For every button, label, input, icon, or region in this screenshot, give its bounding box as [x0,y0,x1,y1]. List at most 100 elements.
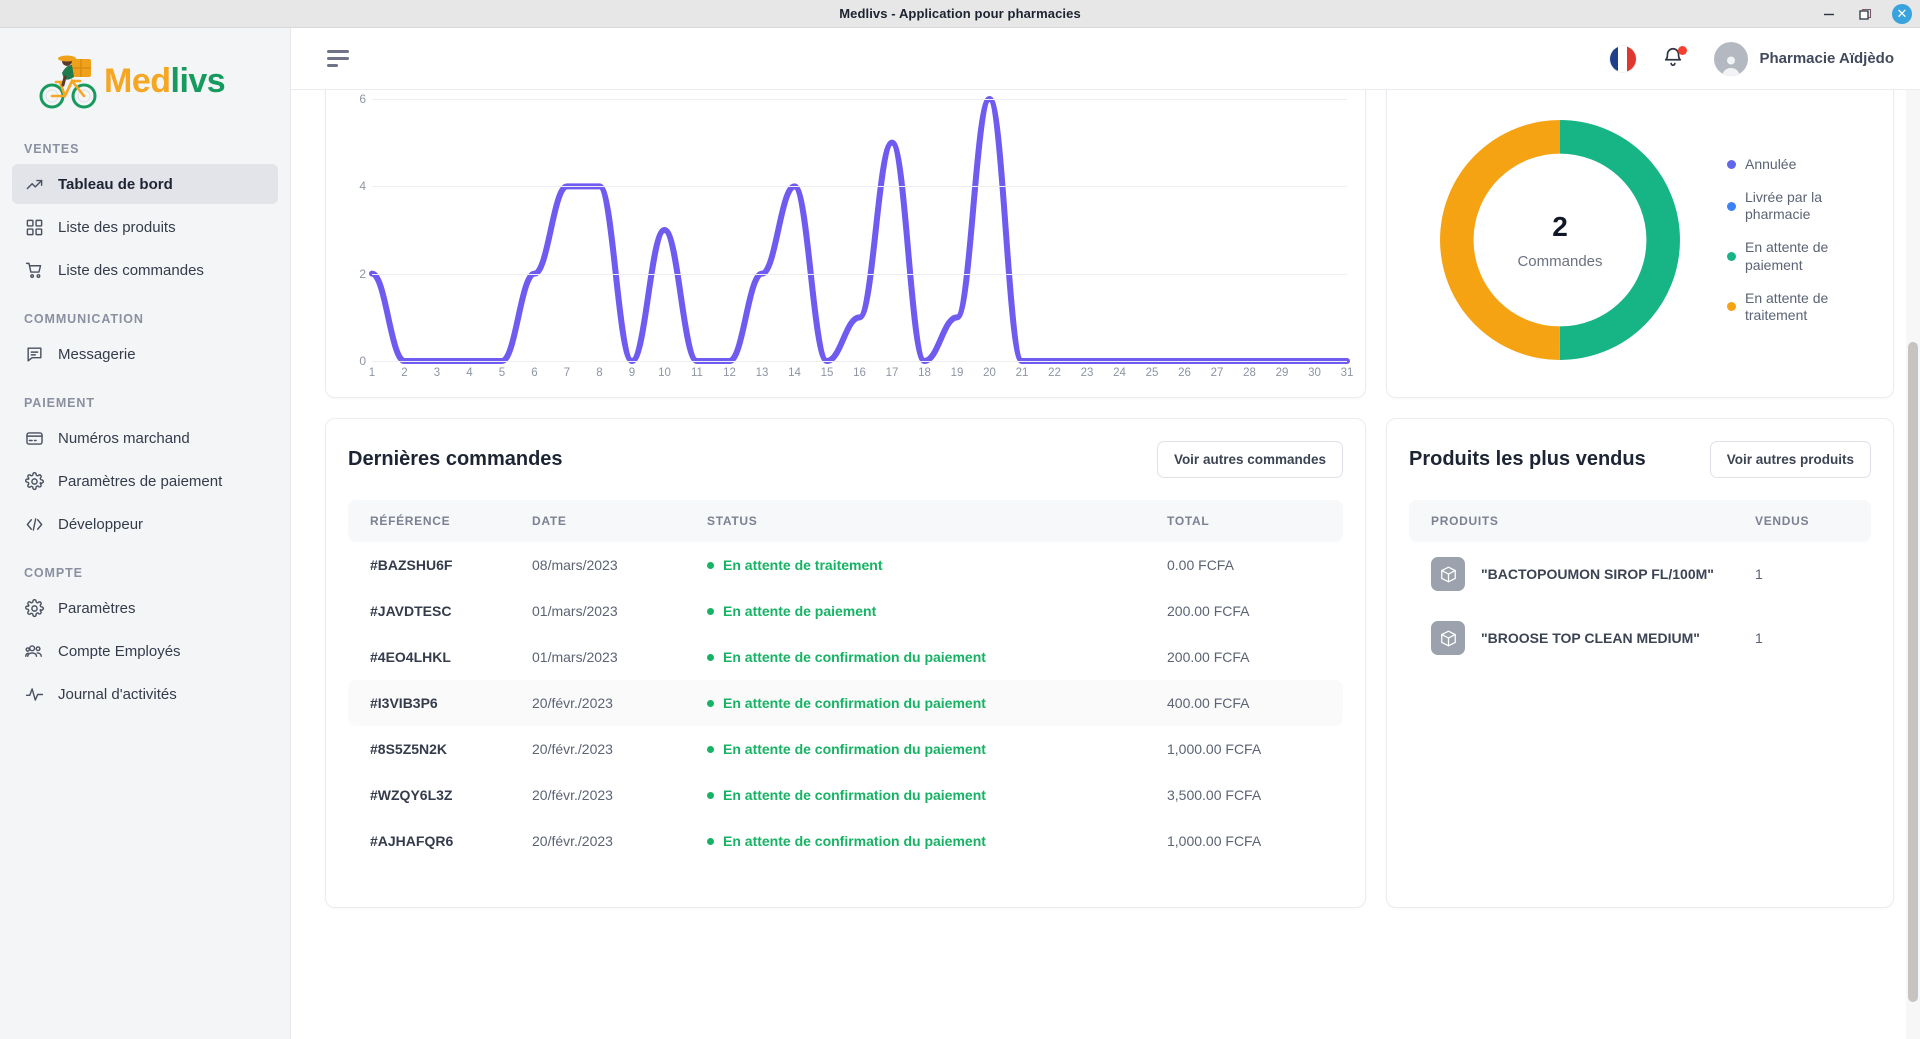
order-date: 20/févr./2023 [532,787,613,803]
chart-x-tick: 31 [1340,367,1354,379]
top-row: 0246 1 2 3 4 5 6 7 8 9 10 11 12 13 14 15 16 17 18 19 20 21 22… [325,90,1894,398]
bell-icon[interactable] [1662,45,1688,72]
order-total: 1,000.00 FCFA [1167,741,1262,757]
package-box-icon [1431,621,1465,655]
hamburger-menu-icon[interactable] [327,49,351,69]
chart-x-tick: 8 [596,367,603,379]
product-name: "BROOSE TOP CLEAN MEDIUM" [1431,621,1727,655]
product-name-cell: "BROOSE TOP CLEAN MEDIUM" [1409,606,1741,670]
chart-x-tick: 7 [563,367,571,379]
status-dot-icon [707,561,714,569]
maximize-icon[interactable] [1856,5,1874,23]
close-icon[interactable]: ✕ [1892,4,1912,24]
main-area: Pharmacie Aïdjèdo 0246 1 2 3 4 5 6 7 8 9 10 11 12 13… [291,28,1920,1039]
table-row[interactable]: #I3VIB3P6 20/févr./2023 En attente de conf… [348,680,1343,726]
table-row[interactable]: #8S5Z5N2K 20/févr./2023 En attente de conf… [348,726,1343,772]
chart-y-tick: 2 [359,266,366,281]
legend-label: En attente de paiement [1745,239,1829,273]
chart-x-tick: 28 [1243,367,1256,379]
orders-table-head: RÉFÉRENCE DATE STATUS TOTAL [348,500,1343,542]
chart-gridline [372,99,1347,100]
bottom-row: Dernières commandes Voir autres commande… [325,418,1894,908]
products-table: PRODUITS VENDUS "BACTOPOUMON SIROP FL/10… [1409,500,1871,670]
donut-inner: 2 Commandes Annulée Livrée par la pharma… [1407,90,1873,369]
minimize-icon[interactable] [1820,5,1838,23]
status-label: En attente de confirmation du paiement [723,833,986,849]
legend-label: En attente de traitement [1745,289,1829,323]
sidebar-item-developpeur[interactable]: Développeur [12,504,278,544]
brand-wordmark: Medlivs [104,62,226,101]
order-reference: #WZQY6L3Z [370,787,453,803]
orders-header-row: RÉFÉRENCE DATE STATUS TOTAL [348,500,1343,542]
status-dot-icon [707,607,714,615]
chart-x-tick: 5 [498,367,506,379]
sidebar-item-journal-activites[interactable]: Journal d'activités [12,674,278,714]
order-total: 200.00 FCFA [1167,603,1250,619]
line-chart: 0246 1 2 3 4 5 6 7 8 9 10 11 12 13 14 15 16 17 18 19 20 21 22… [344,90,1353,379]
order-total: 400.00 FCFA [1167,695,1250,711]
sidebar-item-numeros-marchand[interactable]: Numéros marchand [12,418,278,458]
legend-item-attente-paiement[interactable]: En attente de paiement [1727,239,1857,273]
legend-dot-icon [1727,252,1736,262]
sidebar-item-parametres[interactable]: Paramètres [12,588,278,628]
view-other-orders-button[interactable]: Voir autres commandes [1156,441,1343,478]
view-other-products-button[interactable]: Voir autres produits [1709,441,1871,478]
user-menu[interactable]: Pharmacie Aïdjèdo [1713,41,1894,76]
package-box-icon [1431,557,1465,591]
product-name: "BACTOPOUMON SIROP FL/100M" [1431,557,1727,591]
top-bar: Pharmacie Aïdjèdo [291,28,1920,90]
status-label: En attente de traitement [723,557,883,573]
order-reference: #4EO4LHKL [370,649,451,665]
top-bar-right: Pharmacie Aïdjèdo [1609,41,1894,76]
chart-x-tick: 2 [401,367,408,379]
order-total: 200.00 FCFA [1167,649,1250,665]
sidebar-item-liste-des-produits[interactable]: Liste des produits [12,207,278,247]
sidebar-item-messagerie[interactable]: Messagerie [12,334,278,374]
chart-x-tick: 17 [885,367,899,379]
sidebar-item-tableau-de-bord[interactable]: Tableau de bord [12,164,278,204]
chart-x-tick: 22 [1048,367,1061,379]
status-badge: En attente de confirmation du paiement [707,649,1139,665]
order-reference: #8S5Z5N2K [370,741,448,757]
table-row[interactable]: #BAZSHU6F 08/mars/2023 En attente de trait… [348,542,1343,588]
sidebar-item-compte-employes[interactable]: Compte Employés [12,631,278,671]
status-label: En attente de paiement [723,603,877,619]
top-products-card: Produits les plus vendus Voir autres pro… [1386,418,1894,908]
sidebar-item-liste-des-commandes[interactable]: Liste des commandes [12,250,278,290]
dashboard-content: 0246 1 2 3 4 5 6 7 8 9 10 11 12 13 14 15 16 17 18 19 20 21 22… [291,90,1920,1039]
chat-bubble-icon [24,344,44,364]
order-reference: #BAZSHU6F [370,557,453,573]
chart-x-tick: 20 [983,367,996,379]
table-row[interactable]: #4EO4LHKL 01/mars/2023 En attente de confi… [348,634,1343,680]
table-row[interactable]: #WZQY6L3Z 20/févr./2023 En attente de conf… [348,772,1343,818]
brand-logo[interactable]: Medlivs [0,42,290,120]
page-scrollbar-thumb[interactable] [1908,342,1918,1002]
orders-status-column: 2 Commandes Annulée Livrée par la pharma… [1386,90,1894,398]
legend-item-annulee[interactable]: Annulée [1727,156,1857,173]
sidebar-item-parametres-de-paiement[interactable]: Paramètres de paiement [12,461,278,501]
legend-dot-icon [1727,160,1736,170]
table-row[interactable]: #AJHAFQR6 20/févr./2023 En attente de conf… [348,818,1343,864]
table-row[interactable]: #JAVDTESC 01/mars/2023 En attente de paiem… [348,588,1343,634]
order-status-cell: En attente de paiement [693,588,1153,634]
chart-x-tick: 21 [1015,367,1029,379]
page-scrollbar[interactable] [1906,90,1920,1039]
orders-donut-chart[interactable]: 2 Commandes [1431,111,1689,369]
users-group-icon [24,641,44,661]
product-sold-count: 1 [1755,566,1763,582]
chart-x-tick: 25 [1145,367,1159,379]
order-reference: #JAVDTESC [370,603,452,619]
chart-x-tick: 23 [1080,367,1094,379]
list-item[interactable]: "BACTOPOUMON SIROP FL/100M" 1 [1409,542,1871,606]
french-flag-icon[interactable] [1609,45,1636,72]
trending-up-icon [24,174,44,194]
product-name-label: "BACTOPOUMON SIROP FL/100M" [1481,566,1714,582]
legend-item-attente-traitement[interactable]: En attente de traitement [1727,290,1857,324]
product-name-cell: "BACTOPOUMON SIROP FL/100M" [1409,542,1741,606]
credit-card-icon [24,428,44,448]
chart-x-tick: 14 [788,367,801,379]
chart-x-tick: 9 [628,367,636,379]
sidebar-item-label: Paramètres de paiement [58,472,223,490]
list-item[interactable]: "BROOSE TOP CLEAN MEDIUM" 1 [1409,606,1871,670]
legend-item-livree-pharmacie[interactable]: Livrée par la pharmacie [1727,189,1857,223]
